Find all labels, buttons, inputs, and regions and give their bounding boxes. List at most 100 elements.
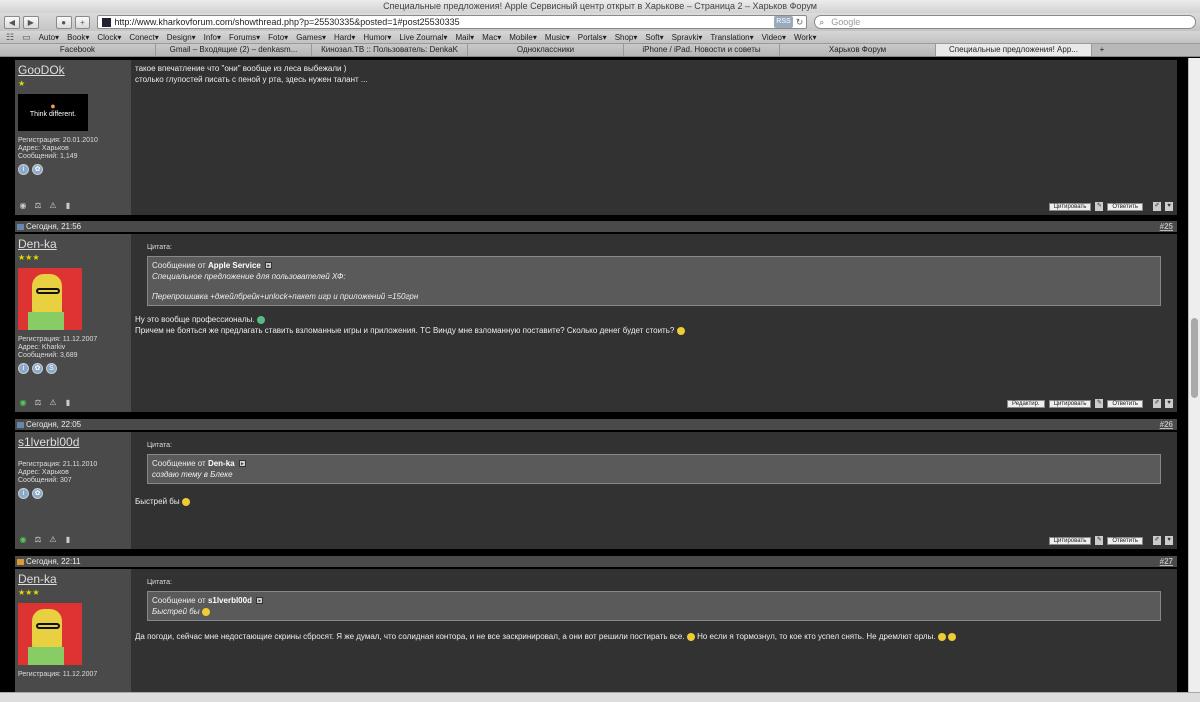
browser-tab[interactable]: Харьков Форум <box>780 44 936 56</box>
bookmark-menu[interactable]: Humor▾ <box>363 33 391 42</box>
reload-icon[interactable]: ↻ <box>796 16 807 28</box>
bookmark-menu[interactable]: Music▾ <box>545 33 570 42</box>
username-link[interactable]: GooDOk <box>18 63 128 77</box>
smiley-icon <box>181 497 190 506</box>
flower-icon[interactable]: ✿ <box>32 488 43 499</box>
reply-button[interactable]: Ответить <box>1107 536 1143 545</box>
browser-tab[interactable]: Специальные предложения! App... <box>936 44 1092 56</box>
horizontal-scrollbar[interactable] <box>0 692 1200 702</box>
post-number-link[interactable]: #25 <box>1160 221 1173 232</box>
bookmark-menu[interactable]: Clock▾ <box>97 33 121 42</box>
post-number-link[interactable]: #26 <box>1160 419 1173 430</box>
icq-icon[interactable]: i <box>18 363 29 374</box>
quote-label: Цитата: <box>147 579 172 586</box>
icq-icon[interactable]: i <box>18 488 29 499</box>
user-address: Адрес: Харьков <box>18 145 69 152</box>
reputation-icon[interactable]: ⚖ <box>33 398 43 408</box>
pencil-icon[interactable]: ✐ <box>1153 536 1161 545</box>
skype-icon[interactable]: S <box>46 363 57 374</box>
quote-button[interactable]: Цитировать <box>1048 399 1092 408</box>
ip-icon: ▮ <box>65 201 71 210</box>
bookmark-menu[interactable]: Portals▾ <box>578 33 607 42</box>
bookmark-menu[interactable]: Mobile▾ <box>509 33 537 42</box>
reputation-icon[interactable]: ⚖ <box>33 201 43 211</box>
bookmark-menu[interactable]: Conect▾ <box>129 33 158 42</box>
multiquote-icon[interactable]: ✎ <box>1095 536 1104 545</box>
bookmark-menu[interactable]: Games▾ <box>296 33 326 42</box>
pencil-icon[interactable]: ✐ <box>1153 399 1161 408</box>
bookmark-menu[interactable]: Work▾ <box>794 33 817 42</box>
search-placeholder: Google <box>831 17 861 27</box>
reading-list-icon[interactable]: ▭ <box>22 32 31 43</box>
browser-tab[interactable]: Кинозал.ТВ :: Пользователь: DenkaK <box>312 44 468 56</box>
bookmark-menu[interactable]: Shop▾ <box>615 33 638 42</box>
icq-icon[interactable]: i <box>18 164 29 175</box>
reply-button[interactable]: Ответить <box>1107 202 1143 211</box>
bookmark-menu[interactable]: Mac▾ <box>482 33 501 42</box>
reputation-icon[interactable]: ⚖ <box>33 535 43 545</box>
post-tools: ◉ ⚖ ⚠ ▮ <box>18 398 73 408</box>
thanks-icon[interactable]: ♥ <box>1165 399 1173 408</box>
quote-block: Сообщение от Den-ka ▸ создаю тему в Блек… <box>147 454 1161 484</box>
rss-icon[interactable]: RSS <box>774 16 793 28</box>
bookmark-menu[interactable]: Book▾ <box>67 33 89 42</box>
post-text-line: Но если я тормознул, то кое кто успел сн… <box>697 632 936 641</box>
quote-button[interactable]: Цитировать <box>1048 202 1092 211</box>
bookmark-menu[interactable]: Hard▾ <box>334 33 355 42</box>
thanks-icon[interactable]: ♥ <box>1165 536 1173 545</box>
new-tab-button[interactable]: + <box>1092 44 1112 56</box>
report-icon[interactable]: ⚠ <box>48 201 58 211</box>
show-all-bookmarks-icon[interactable]: ☷ <box>6 32 14 43</box>
multiquote-icon[interactable]: ✎ <box>1095 202 1104 211</box>
thanks-icon[interactable]: ♥ <box>1165 202 1173 211</box>
bookmark-menu[interactable]: Auto▾ <box>39 33 59 42</box>
site-favicon-icon <box>102 17 112 27</box>
edit-button[interactable]: Редактир. <box>1007 399 1045 408</box>
view-post-icon[interactable]: ▸ <box>265 262 273 270</box>
multiquote-icon[interactable]: ✎ <box>1095 399 1104 408</box>
add-bookmark-button[interactable]: + <box>74 15 91 29</box>
bookmark-menu[interactable]: Spravki▾ <box>672 33 703 42</box>
forward-button[interactable]: ▶ <box>22 15 39 29</box>
post-number-link[interactable]: #27 <box>1160 556 1173 567</box>
browser-tab[interactable]: Одноклассники <box>468 44 624 56</box>
vertical-scrollbar[interactable] <box>1188 58 1200 692</box>
address-bar[interactable]: http://www.kharkovforum.com/showthread.p… <box>97 15 808 29</box>
pencil-icon[interactable]: ✐ <box>1153 202 1161 211</box>
view-post-icon[interactable]: ▸ <box>238 460 246 468</box>
avatar[interactable] <box>18 603 82 665</box>
online-status-icon: ◉ <box>19 535 27 544</box>
username-link[interactable]: s1lverbl00d <box>18 435 128 449</box>
scrollbar-thumb[interactable] <box>1191 318 1198 398</box>
reg-date: Регистрация: 11.12.2007 <box>18 336 98 343</box>
bookmark-menu[interactable]: Foto▾ <box>268 33 288 42</box>
search-input[interactable]: ⌕ Google <box>814 15 1197 29</box>
view-post-icon[interactable]: ▸ <box>256 597 264 605</box>
bookmark-menu[interactable]: Video▾ <box>762 33 786 42</box>
bookmark-menu[interactable]: Translation▾ <box>710 33 753 42</box>
browser-tab[interactable]: Gmail – Входящие (2) – denkasm... <box>156 44 312 56</box>
quote-button[interactable]: Цитировать <box>1048 536 1092 545</box>
stop-icon[interactable]: ● <box>55 15 72 29</box>
bookmark-menu[interactable]: Forums▾ <box>229 33 260 42</box>
online-status-icon: ◉ <box>19 398 27 407</box>
flower-icon[interactable]: ✿ <box>32 164 43 175</box>
browser-tab[interactable]: Facebook <box>0 44 156 56</box>
username-link[interactable]: Den-ka <box>18 572 128 586</box>
report-icon[interactable]: ⚠ <box>48 535 58 545</box>
flower-icon[interactable]: ✿ <box>32 363 43 374</box>
bookmark-menu[interactable]: Soft▾ <box>645 33 663 42</box>
avatar[interactable]: ● Think different. <box>18 94 88 131</box>
back-button[interactable]: ◀ <box>4 15 20 29</box>
bookmark-menu[interactable]: Design▾ <box>167 33 196 42</box>
avatar[interactable] <box>18 268 82 330</box>
username-link[interactable]: Den-ka <box>18 237 128 251</box>
browser-tab[interactable]: iPhone / iPad. Новости и советы <box>624 44 780 56</box>
reg-date: Регистрация: 11.12.2007 <box>18 671 98 678</box>
bookmark-menu[interactable]: Mail▾ <box>455 33 474 42</box>
bookmark-menu[interactable]: Live Zournal▾ <box>399 33 447 42</box>
bookmark-menu[interactable]: Info▾ <box>204 33 221 42</box>
smiley-icon <box>686 632 695 641</box>
reply-button[interactable]: Ответить <box>1107 399 1143 408</box>
report-icon[interactable]: ⚠ <box>48 398 58 408</box>
